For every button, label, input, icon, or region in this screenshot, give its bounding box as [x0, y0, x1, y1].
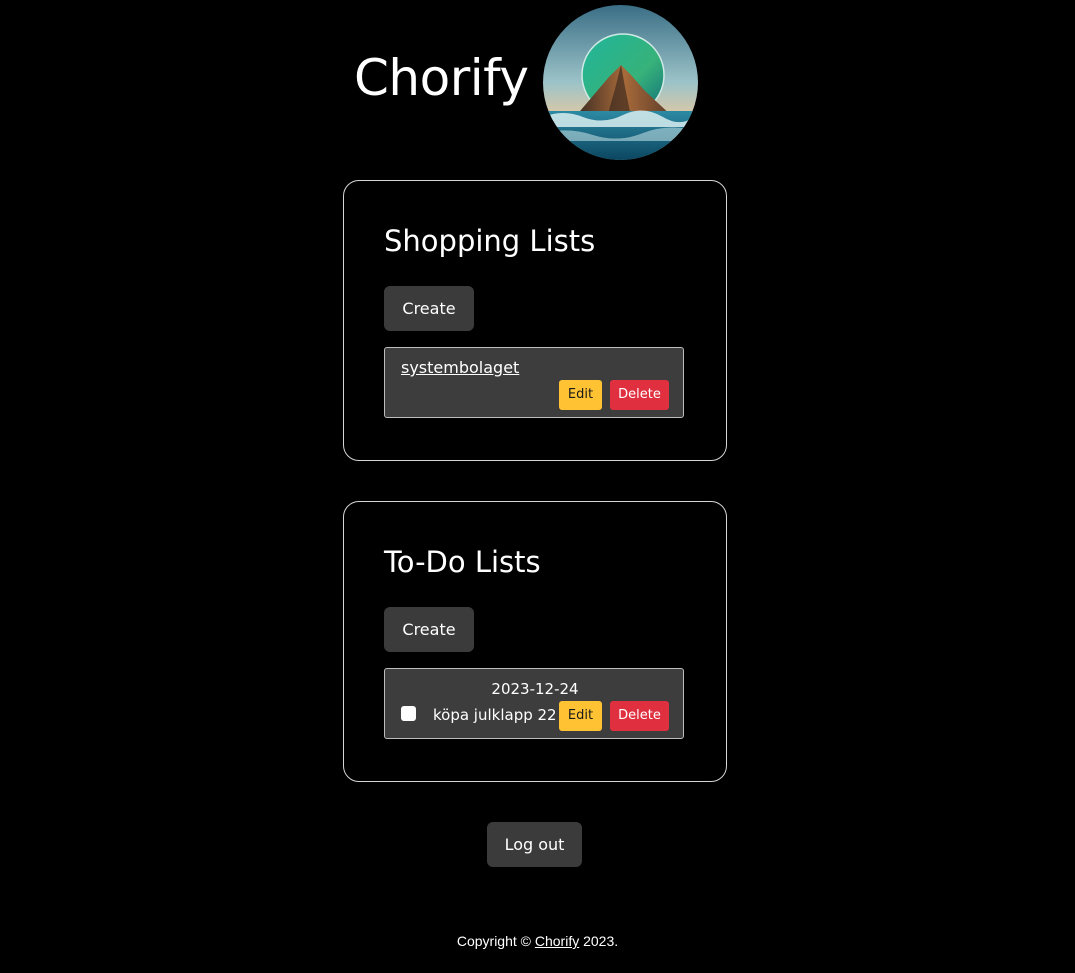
delete-shopping-list-button[interactable]: Delete	[610, 380, 669, 410]
footer-prefix: Copyright ©	[456, 933, 535, 949]
edit-shopping-list-button[interactable]: Edit	[559, 380, 602, 410]
mountain-ocean-logo	[543, 5, 698, 160]
page: Chorify Shopping Lists Create systembola…	[0, 0, 1075, 973]
todo-checkbox[interactable]	[401, 706, 416, 721]
logout-button[interactable]: Log out	[487, 822, 582, 867]
create-shopping-list-button[interactable]: Create	[384, 286, 474, 331]
todo-lists-title: To-Do Lists	[384, 545, 541, 579]
todo-list-item: 2023-12-24 köpa julklapp 22 Edit Delete	[384, 668, 684, 739]
create-todo-list-button[interactable]: Create	[384, 607, 474, 652]
todo-text: köpa julklapp 22	[433, 706, 557, 724]
footer: Copyright © Chorify 2023.	[0, 932, 1075, 950]
shopping-list-item: systembolaget Edit Delete	[384, 347, 684, 418]
shopping-lists-title: Shopping Lists	[384, 224, 596, 258]
delete-todo-button[interactable]: Delete	[610, 701, 669, 731]
header: Chorify	[0, 0, 1075, 165]
todo-date: 2023-12-24	[491, 680, 579, 698]
shopping-list-link[interactable]: systembolaget	[401, 358, 519, 378]
todo-lists-card: To-Do Lists Create 2023-12-24 köpa julkl…	[343, 501, 727, 782]
app-title: Chorify	[354, 49, 529, 107]
footer-chorify-link[interactable]: Chorify	[535, 933, 579, 949]
shopping-lists-card: Shopping Lists Create systembolaget Edit…	[343, 180, 727, 461]
footer-suffix: 2023.	[579, 933, 619, 949]
edit-todo-button[interactable]: Edit	[559, 701, 602, 731]
